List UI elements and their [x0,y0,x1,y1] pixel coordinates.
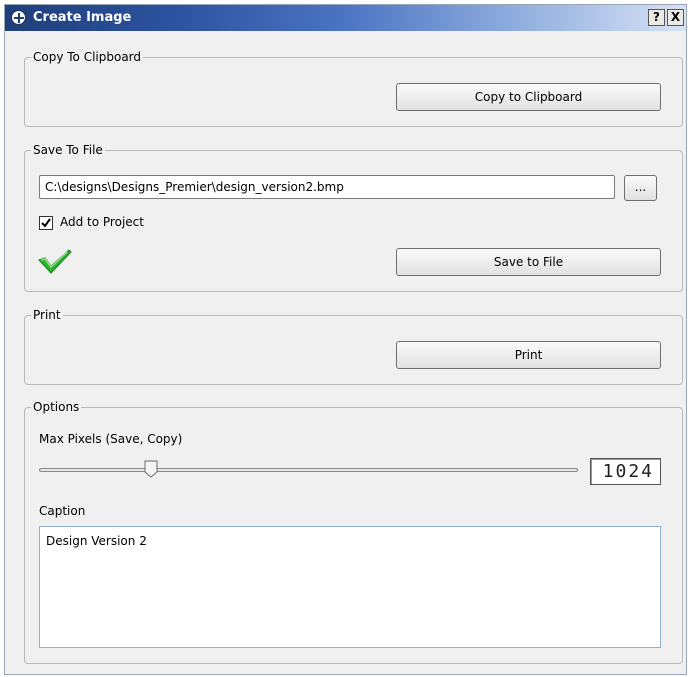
help-button[interactable]: ? [648,9,665,26]
caption-textarea[interactable]: Design Version 2 [39,526,661,648]
slider-track [39,468,578,472]
copy-to-clipboard-button[interactable]: Copy to Clipboard [396,83,661,111]
options-group-label: Options [31,400,82,414]
max-pixels-label: Max Pixels (Save, Copy) [39,432,183,446]
copy-group-label: Copy To Clipboard [31,50,144,64]
print-group: Print Print [24,308,683,385]
max-pixels-value: 1024 [602,461,654,482]
green-checkmark-icon [38,249,72,274]
slider-thumb[interactable] [144,460,158,478]
caption-text: Design Version 2 [46,534,147,548]
create-image-dialog: Create Image ? X Copy To Clipboard Copy … [4,4,687,675]
add-to-project-checkbox[interactable] [39,216,53,230]
title-bar[interactable]: Create Image ? X [5,5,686,31]
print-group-label: Print [31,308,63,322]
print-button[interactable]: Print [396,341,661,369]
save-to-file-group: Save To File C:\designs\Designs_Premier\… [24,143,683,292]
save-group-label: Save To File [31,143,105,157]
save-to-file-button[interactable]: Save to File [396,248,661,276]
max-pixels-display: 1024 [590,458,661,485]
caption-label: Caption [39,504,86,518]
copy-to-clipboard-group: Copy To Clipboard Copy to Clipboard [24,50,683,127]
close-button[interactable]: X [667,9,684,26]
app-icon [11,10,26,25]
options-group: Options Max Pixels (Save, Copy) 1024 Cap… [24,400,683,664]
file-path-field[interactable]: C:\designs\Designs_Premier\design_versio… [39,175,615,199]
add-to-project-label: Add to Project [60,215,144,229]
browse-button[interactable]: ... [624,175,657,201]
max-pixels-slider[interactable] [39,460,578,478]
checkmark-icon [41,218,51,228]
window-title: Create Image [33,10,132,25]
